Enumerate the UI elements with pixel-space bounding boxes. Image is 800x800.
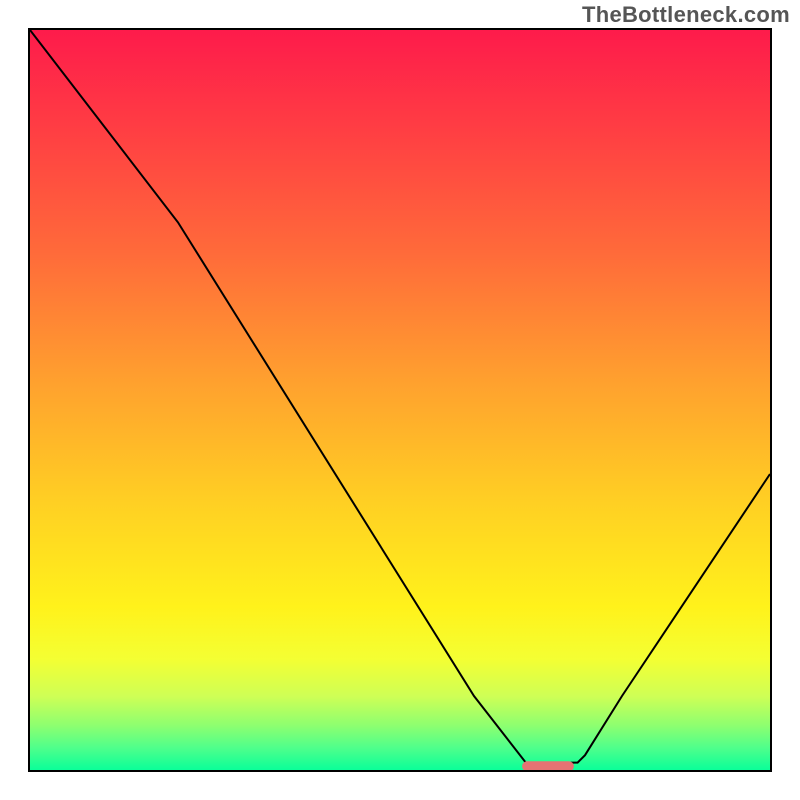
- watermark-text: TheBottleneck.com: [582, 2, 790, 28]
- optimal-marker: [522, 761, 574, 770]
- bottleneck-curve: [30, 30, 770, 763]
- plot-area: [28, 28, 772, 772]
- chart-overlay: [30, 30, 770, 770]
- chart-container: TheBottleneck.com: [0, 0, 800, 800]
